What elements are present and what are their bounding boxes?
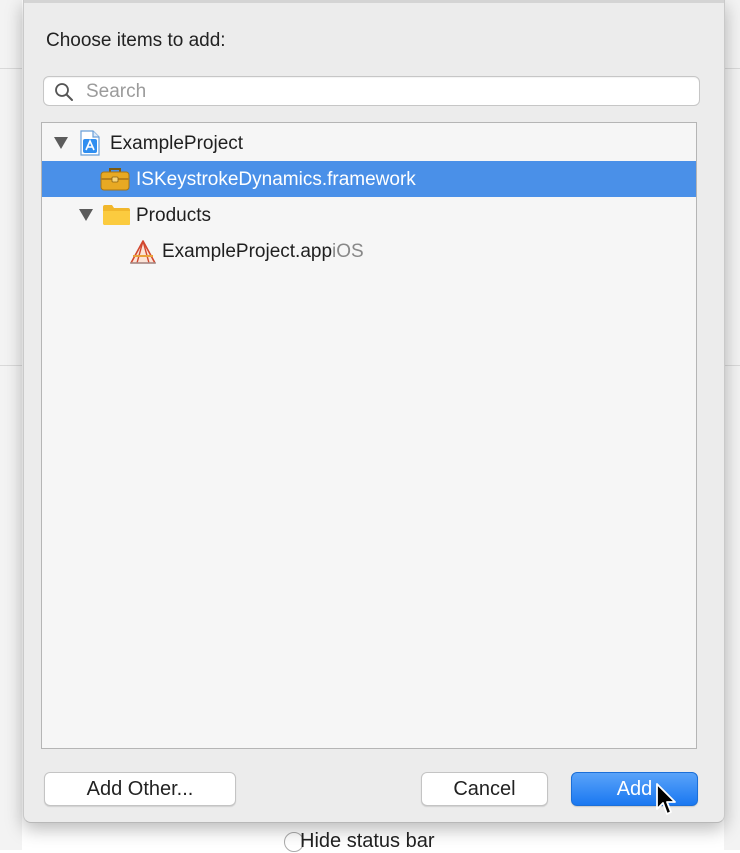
dialog-title: Choose items to add: [46,30,226,51]
search-input[interactable] [84,80,688,104]
tree-row-label-group: ExampleProject.appiOS [162,241,364,263]
background-divider [724,365,740,366]
xcode-project-icon [80,130,100,156]
tree-row-framework[interactable]: ISKeystrokeDynamics.framework [42,161,696,197]
background-divider [724,68,740,69]
add-other-button[interactable]: Add Other... [44,772,236,806]
tree-row-app-target[interactable]: ExampleProject.appiOS [42,233,696,269]
tree-row-example-project[interactable]: ExampleProject [42,125,696,161]
mouse-pointer-icon [656,783,676,815]
tree-row-label: ExampleProject [110,133,244,154]
background-divider [0,365,22,366]
search-icon [55,83,73,101]
background-divider [0,68,22,69]
search-field[interactable] [43,76,700,106]
tree-row-label: Products [136,205,211,226]
platform-suffix: iOS [332,241,364,262]
add-files-sheet: Choose items to add: ExampleProject [23,0,725,823]
sheet-top-edge [24,0,724,3]
tree-row-products[interactable]: Products [42,197,696,233]
tree-row-label: ExampleProject.app [162,241,333,262]
framework-toolbox-icon [100,168,130,191]
cancel-button[interactable]: Cancel [421,772,548,806]
background-window-right [724,0,740,850]
disclosure-triangle-expanded-icon[interactable] [79,209,93,221]
disclosure-triangle-expanded-icon[interactable] [54,137,68,149]
folder-icon [103,205,130,225]
tree-row-label: ISKeystrokeDynamics.framework [136,169,416,190]
app-target-icon [130,240,156,264]
items-outline-view[interactable]: ExampleProject ISKeystrokeDynamics.frame… [41,122,697,749]
background-window-left [0,0,22,850]
